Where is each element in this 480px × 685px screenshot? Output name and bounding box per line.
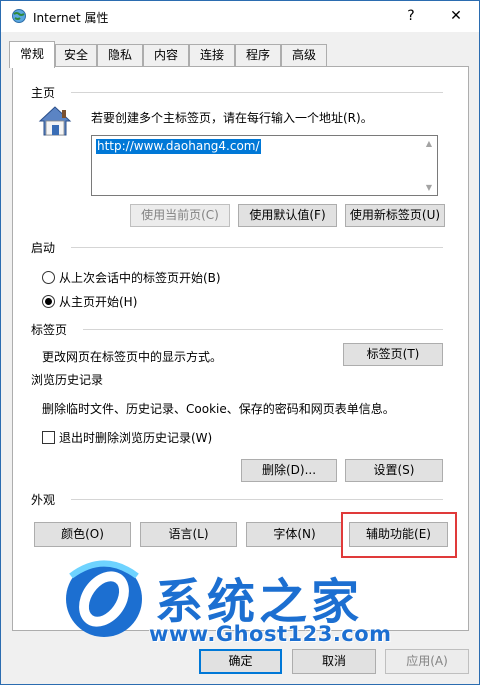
tab-general[interactable]: 常规 (9, 41, 55, 68)
startup-section-label: 启动 (31, 239, 60, 256)
use-new-tab-button[interactable]: 使用新标签页(U) (345, 204, 445, 227)
delete-history-button[interactable]: 删除(D)... (241, 459, 337, 482)
close-button[interactable]: ✕ (433, 1, 479, 32)
scroll-down-arrow-icon[interactable]: ▼ (424, 183, 434, 193)
tabs-section-description: 更改网页在标签页中的显示方式。 (42, 350, 223, 364)
tab-privacy[interactable]: 隐私 (97, 44, 143, 66)
divider (71, 499, 443, 500)
tab-strip: 常规 安全 隐私 内容 连接 程序 高级 (9, 41, 469, 68)
delete-history-on-exit-label[interactable]: 退出时删除浏览历史记录(W) (59, 429, 212, 446)
cancel-button[interactable]: 取消 (292, 649, 376, 674)
title-bar: Internet 属性 ? ✕ (1, 1, 479, 32)
history-section-label: 浏览历史记录 (31, 371, 108, 388)
homepage-url-textarea[interactable]: http://www.daohang4.com/ ▲ ▼ (91, 135, 438, 196)
tab-content[interactable]: 内容 (143, 44, 189, 66)
internet-options-window: Internet 属性 ? ✕ 常规 安全 隐私 内容 连接 程序 高级 主页 … (0, 0, 480, 685)
startup-option-last-session-label[interactable]: 从上次会话中的标签页开始(B) (59, 269, 221, 286)
delete-history-on-exit-checkbox[interactable] (42, 431, 55, 444)
tab-programs[interactable]: 程序 (235, 44, 281, 66)
use-current-button[interactable]: 使用当前页(C) (130, 204, 230, 227)
homepage-section-label: 主页 (31, 84, 60, 101)
tabs-section-label: 标签页 (31, 321, 72, 338)
scroll-up-arrow-icon[interactable]: ▲ (424, 139, 434, 149)
window-title: Internet 属性 (33, 11, 109, 25)
startup-option-last-session-radio[interactable] (42, 271, 55, 284)
homepage-url-value: http://www.daohang4.com/ (96, 139, 261, 154)
history-description: 删除临时文件、历史记录、Cookie、保存的密码和网页表单信息。 (42, 402, 395, 416)
tab-security[interactable]: 安全 (55, 44, 97, 66)
divider (83, 329, 443, 330)
textarea-scrollbar[interactable]: ▲ ▼ (421, 136, 437, 195)
tabs-settings-button[interactable]: 标签页(T) (343, 343, 443, 366)
homepage-description: 若要创建多个主标签页，请在每行输入一个地址(R)。 (91, 111, 373, 125)
home-icon (38, 106, 72, 136)
use-default-button[interactable]: 使用默认值(F) (238, 204, 337, 227)
ok-button[interactable]: 确定 (199, 649, 282, 674)
startup-option-homepage-radio[interactable] (42, 295, 55, 308)
internet-globe-icon (12, 9, 26, 23)
fonts-button[interactable]: 字体(N) (246, 522, 343, 547)
startup-option-homepage-label[interactable]: 从主页开始(H) (59, 293, 137, 310)
highlight-annotation (341, 512, 457, 558)
colors-button[interactable]: 颜色(O) (34, 522, 131, 547)
appearance-section-label: 外观 (31, 491, 60, 508)
divider (71, 247, 443, 248)
divider (71, 92, 443, 93)
watermark-logo-icon (66, 560, 142, 637)
tab-connections[interactable]: 连接 (189, 44, 235, 66)
history-settings-button[interactable]: 设置(S) (345, 459, 443, 482)
tab-advanced[interactable]: 高级 (281, 44, 327, 66)
watermark-url: www.Ghost123.com (149, 622, 392, 646)
languages-button[interactable]: 语言(L) (140, 522, 237, 547)
apply-button[interactable]: 应用(A) (385, 649, 469, 674)
watermark: 系统之家 www.Ghost123.com (61, 556, 480, 656)
help-button[interactable]: ? (393, 1, 429, 32)
